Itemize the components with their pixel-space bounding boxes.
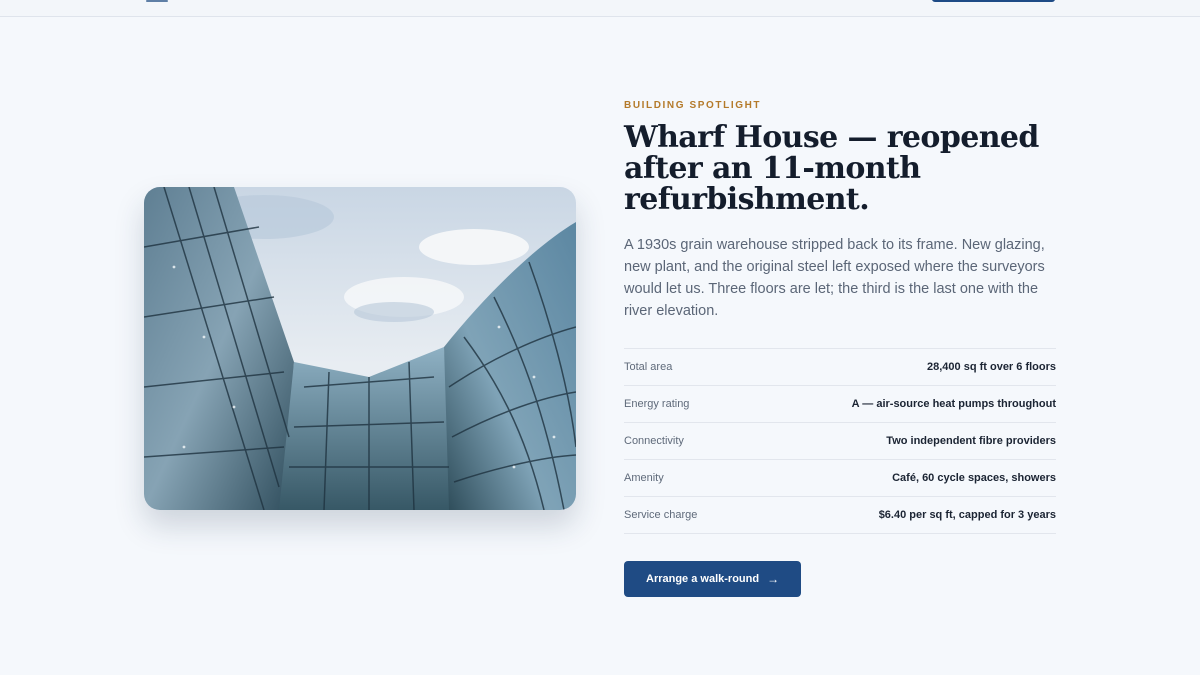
spec-label: Total area — [624, 361, 673, 373]
spec-row: Amenity Café, 60 cycle spaces, showers — [624, 460, 1056, 497]
cta-label: Arrange a walk-round — [646, 573, 760, 585]
spec-label: Service charge — [624, 509, 698, 521]
spec-label: Energy rating — [624, 398, 690, 410]
spec-value: $6.40 per sq ft, capped for 3 years — [878, 509, 1056, 521]
spec-row: Energy rating A — air-source heat pumps … — [624, 386, 1056, 423]
arrange-walk-round-button[interactable]: Arrange a walk-round → — [624, 561, 802, 597]
spec-label: Connectivity — [624, 435, 684, 447]
page-title: Wharf House — reopened after an 11-month… — [624, 120, 1039, 217]
menu-icon[interactable] — [146, 0, 168, 2]
section-eyebrow: BUILDING SPOTLIGHT — [624, 100, 762, 111]
nav-cta-button[interactable] — [932, 0, 1055, 2]
top-navigation-bar — [0, 0, 1200, 17]
spec-row: Service charge $6.40 per sq ft, capped f… — [624, 497, 1056, 534]
building-description: A 1930s grain warehouse stripped back to… — [624, 237, 1045, 319]
spotlight-content: BUILDING SPOTLIGHT Wharf House — reopene… — [624, 100, 1056, 597]
spec-value: Two independent fibre providers — [886, 435, 1056, 447]
spec-value: Café, 60 cycle spaces, showers — [892, 472, 1056, 484]
spec-row: Connectivity Two independent fibre provi… — [624, 423, 1056, 460]
glass-building-illustration — [144, 187, 576, 510]
spec-label: Amenity — [624, 472, 664, 484]
specs-table: Total area 28,400 sq ft over 6 floors En… — [624, 348, 1056, 534]
spec-value: 28,400 sq ft over 6 floors — [927, 361, 1056, 373]
arrow-right-icon: → — [767, 572, 780, 586]
spec-value: A — air-source heat pumps throughout — [851, 398, 1056, 410]
building-photo — [144, 187, 576, 510]
spec-row: Total area 28,400 sq ft over 6 floors — [624, 349, 1056, 386]
